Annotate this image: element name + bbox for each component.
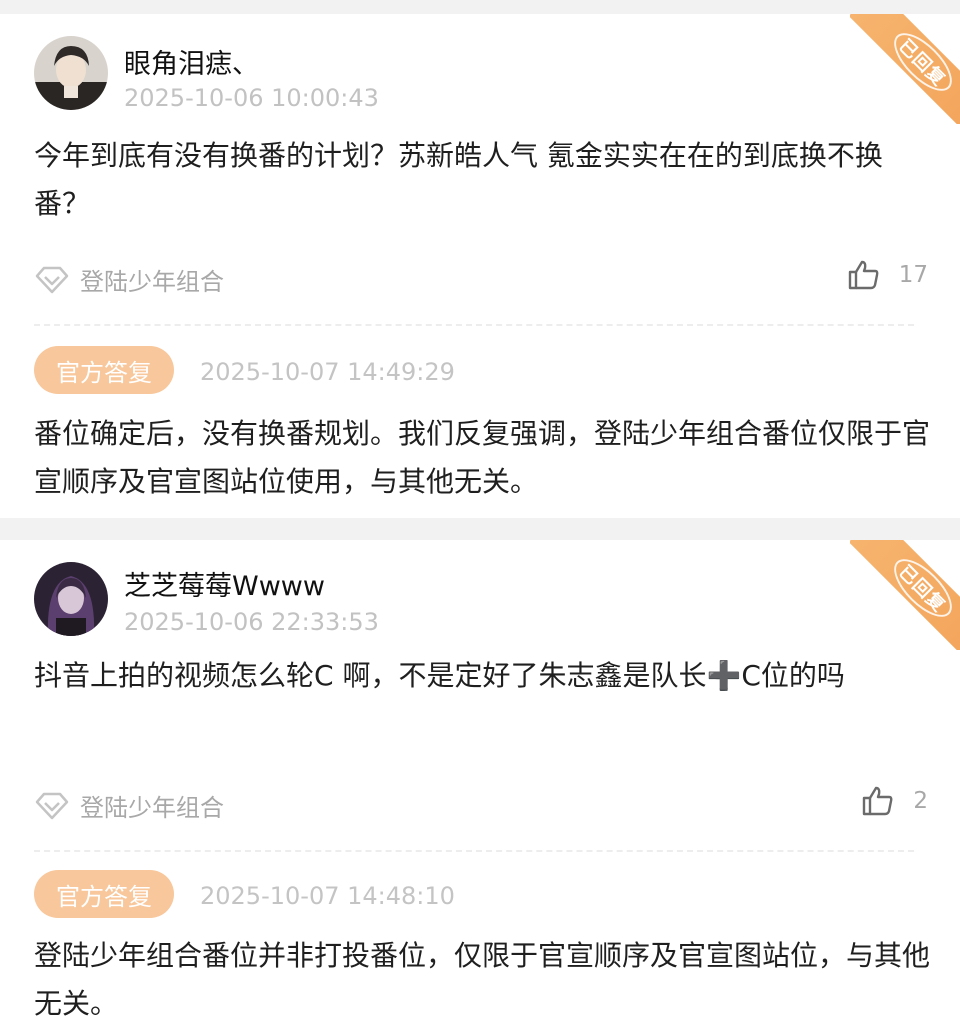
comment-feed: 已回复 眼角泪痣、 2025-10-06 10:00:43 今年到底有没有换番的… (0, 0, 960, 1018)
thumbs-up-icon (848, 260, 879, 290)
divider (34, 850, 914, 852)
official-answer-text: 登陆少年组合番位并非打投番位，仅限于官宣顺序及官宣图站位，与其他无关。 (34, 939, 931, 1018)
topic-tag-label: 登陆少年组合 (80, 794, 224, 822)
comment-card: 已回复 芝芝莓莓Wwww 2025-10-06 22:33:53 抖音上拍的视频… (0, 540, 960, 1018)
like-button[interactable]: 2 (861, 785, 928, 817)
diamond-tag-icon (35, 266, 69, 293)
question-text: 抖音上拍的视频怎么轮C 啊，不是定好了朱志鑫是队长➕C位的吗 (34, 659, 845, 692)
divider (34, 324, 914, 326)
question-text: 今年到底有没有换番的计划？苏新皓人气 氪金实实在在的到底换不换番？ (34, 139, 883, 220)
username[interactable]: 芝芝莓莓Wwww (124, 564, 325, 603)
avatar[interactable] (34, 36, 108, 110)
reply-timestamp: 2025-10-07 14:48:10 (200, 882, 455, 910)
reply-timestamp: 2025-10-07 14:49:29 (200, 358, 455, 386)
topic-tag[interactable]: 登陆少年组合 (34, 788, 224, 823)
replied-badge-label: 已回复 (884, 549, 960, 627)
post-timestamp: 2025-10-06 22:33:53 (124, 608, 379, 636)
comment-card: 已回复 眼角泪痣、 2025-10-06 10:00:43 今年到底有没有换番的… (0, 14, 960, 518)
like-count: 17 (898, 262, 928, 288)
replied-seal-icon: 已回复 (850, 14, 960, 124)
official-reply-badge: 官方答复 (34, 346, 174, 394)
like-count: 2 (913, 788, 928, 814)
topic-tag-label: 登陆少年组合 (80, 268, 224, 296)
thumbs-up-icon (863, 786, 893, 816)
official-answer-text: 番位确定后，没有换番规划。我们反复强调，登陆少年组合番位仅限于官宣顺序及官宣图站… (34, 417, 931, 498)
official-reply-badge: 官方答复 (34, 870, 174, 918)
diamond-tag-icon (35, 792, 69, 819)
avatar[interactable] (34, 562, 108, 636)
like-button[interactable]: 17 (847, 259, 928, 291)
username[interactable]: 眼角泪痣、 (124, 42, 259, 81)
topic-tag[interactable]: 登陆少年组合 (34, 262, 224, 297)
replied-seal-icon: 已回复 (850, 540, 960, 650)
post-timestamp: 2025-10-06 10:00:43 (124, 84, 379, 112)
replied-badge-label: 已回复 (884, 23, 960, 101)
